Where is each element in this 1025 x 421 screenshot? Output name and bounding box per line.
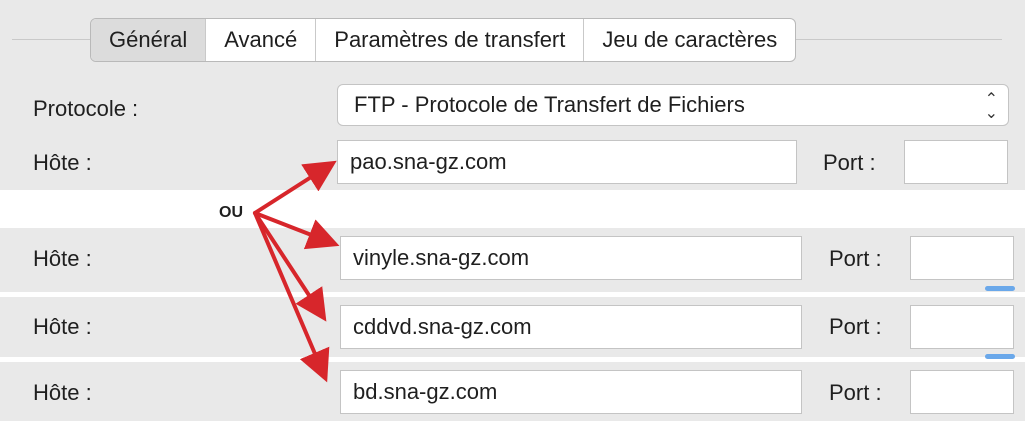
arrow-to-pao [253,160,337,215]
annotation-arrows [253,160,340,383]
arrow-to-cddvd [253,211,327,322]
